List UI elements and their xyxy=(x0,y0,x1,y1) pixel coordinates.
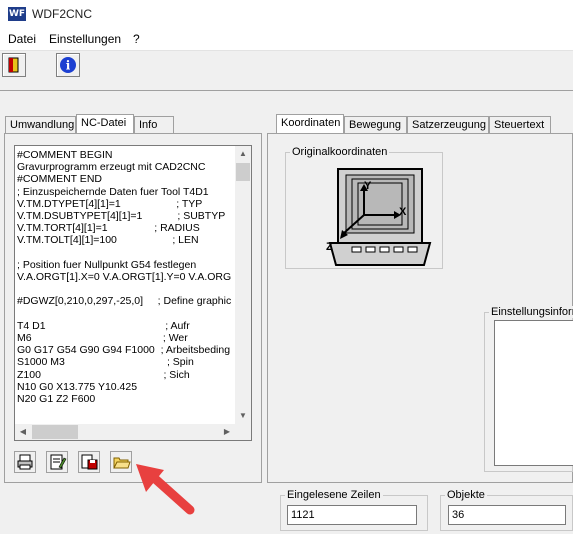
code-line: V.TM.DTYPET[4][1]=1 ; TYP xyxy=(17,197,203,210)
window-title: WDF2CNC xyxy=(32,7,92,21)
title-bar: WF WDF2CNC xyxy=(0,0,573,28)
horizontal-scroll-thumb[interactable] xyxy=(32,425,78,439)
code-line: #COMMENT END xyxy=(17,173,102,186)
code-line: V.TM.DSUBTYPET[4][1]=1 ; SUBTYP xyxy=(17,210,226,223)
save-button[interactable] xyxy=(78,451,100,473)
code-line: N20 G1 Z2 F600 xyxy=(17,393,96,406)
exit-button[interactable] xyxy=(2,53,26,77)
scroll-down-icon[interactable]: ▼ xyxy=(235,408,251,424)
tab-bewegung[interactable]: Bewegung xyxy=(344,116,407,133)
code-line: V.A.ORGT[1].X=0 V.A.ORGT[1].Y=0 V.A.ORG xyxy=(17,271,232,284)
tab-info[interactable]: Info xyxy=(134,116,174,133)
folder-icon xyxy=(113,457,131,469)
tab-nc-datei[interactable]: NC-Datei xyxy=(76,114,134,133)
code-line: V.TM.TOLT[4][1]=100 ; LEN xyxy=(17,234,199,247)
tab-steuertext[interactable]: Steuertext xyxy=(489,116,551,133)
code-line: S1000 M3 ; Spin xyxy=(17,356,194,369)
code-line: G0 G17 G54 G90 G94 F1000 ; Arbeitsbeding xyxy=(17,344,231,357)
axis-z-label: Z xyxy=(326,241,333,253)
exit-door-icon xyxy=(8,57,19,73)
annotation-arrow-icon xyxy=(136,464,195,515)
menu-bar: Datei Einstellungen ? xyxy=(0,28,573,51)
svg-text:i: i xyxy=(66,59,71,73)
code-line: T4 D1 ; Aufr xyxy=(17,319,190,332)
vertical-scroll-thumb[interactable] xyxy=(236,163,250,181)
horizontal-scrollbar[interactable]: ◀ ▶ xyxy=(15,424,235,440)
vertical-scrollbar[interactable]: ▲ ▼ xyxy=(235,146,251,424)
code-line: ; Position fuer Nullpunkt G54 festlegen xyxy=(17,258,197,271)
scroll-left-icon[interactable]: ◀ xyxy=(15,424,31,440)
settings-info-label: Einstellungsinforr xyxy=(489,306,573,318)
scroll-corner xyxy=(235,424,251,440)
settings-info-textarea[interactable] xyxy=(494,320,573,466)
axis-x-label: X xyxy=(399,206,407,218)
code-line: M6 ; Wer xyxy=(17,332,188,345)
save-page-icon xyxy=(81,454,98,470)
nc-code-textarea[interactable]: #COMMENT BEGIN Gravurprogramm erzeugt mit… xyxy=(14,145,252,441)
info-icon: i xyxy=(60,57,76,73)
tab-satzerzeugung[interactable]: Satzerzeugung xyxy=(407,116,489,133)
nc-code-lines: #COMMENT BEGIN Gravurprogramm erzeugt mit… xyxy=(17,149,235,425)
code-line: N10 G0 X13.775 Y10.425 xyxy=(17,380,138,393)
edit-page-icon xyxy=(50,454,67,470)
info-button[interactable]: i xyxy=(56,53,80,77)
toolbar: i xyxy=(0,51,573,81)
code-line: Z100 ; Sich xyxy=(17,368,190,381)
print-button[interactable] xyxy=(14,451,36,473)
read-lines-field[interactable]: 1121 xyxy=(287,505,417,525)
objects-label: Objekte xyxy=(445,489,487,501)
original-coordinates-label: Originalkoordinaten xyxy=(290,146,390,158)
read-lines-label: Eingelesene Zeilen xyxy=(285,489,383,501)
code-line: Gravurprogramm erzeugt mit CAD2CNC xyxy=(17,161,206,174)
tab-umwandlung[interactable]: Umwandlung xyxy=(5,116,76,133)
printer-icon xyxy=(17,454,33,470)
menu-einstellungen[interactable]: Einstellungen xyxy=(49,32,121,46)
code-line: ; Einzuspeichernde Daten fuer Tool T4D1 xyxy=(17,185,209,198)
menu-help[interactable]: ? xyxy=(133,32,140,46)
scroll-right-icon[interactable]: ▶ xyxy=(219,424,235,440)
code-line: #COMMENT BEGIN xyxy=(17,149,113,161)
tab-koordinaten[interactable]: Koordinaten xyxy=(276,114,344,133)
menu-datei[interactable]: Datei xyxy=(8,32,36,46)
open-file-button[interactable] xyxy=(110,451,132,473)
axis-y-label: Y xyxy=(364,180,372,192)
objects-field[interactable]: 36 xyxy=(448,505,566,525)
scroll-up-icon[interactable]: ▲ xyxy=(235,146,251,162)
edit-button[interactable] xyxy=(46,451,68,473)
code-line: #DGWZ[0,210,0,297,-25,0] ; Define graphi… xyxy=(17,295,232,308)
toolbar-divider xyxy=(0,90,573,91)
cnc-machine-icon xyxy=(328,168,432,266)
app-icon: WF xyxy=(8,7,26,21)
code-line: V.TM.TORT[4][1]=1 ; RADIUS xyxy=(17,222,200,235)
